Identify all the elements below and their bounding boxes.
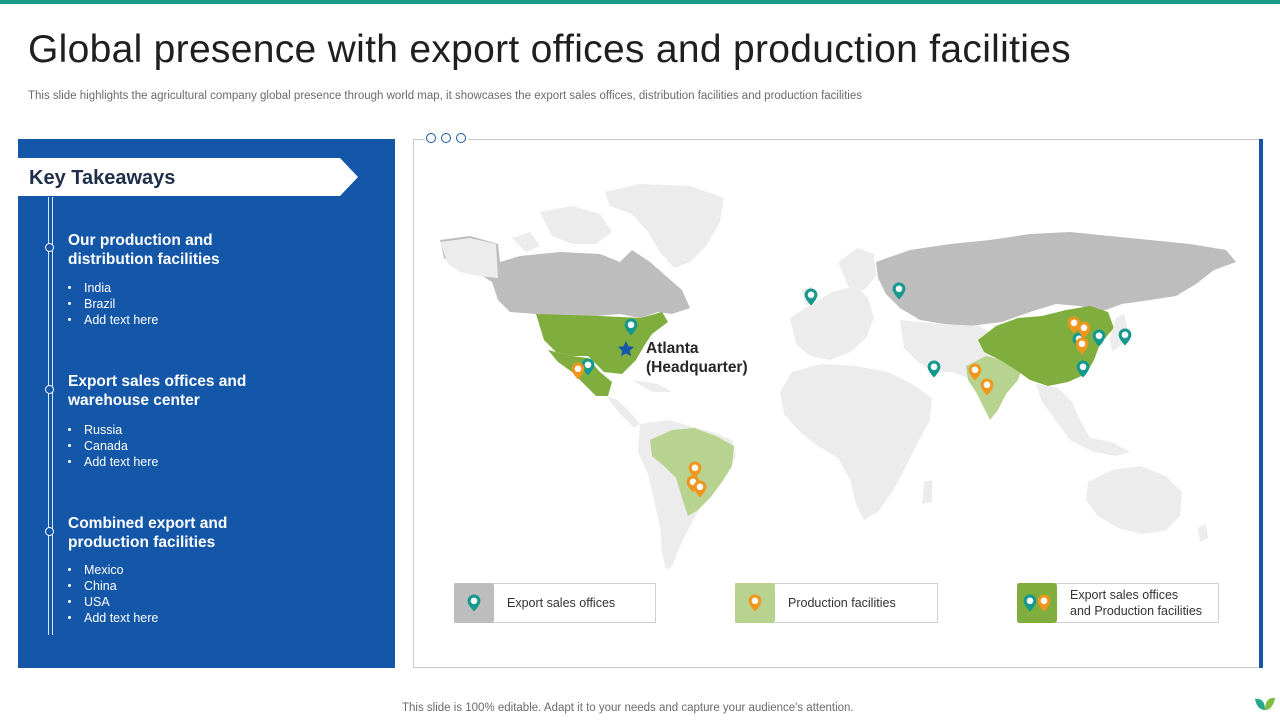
section-list-production: India Brazil Add text here — [68, 280, 158, 328]
map-pin-icon — [467, 594, 481, 612]
list-item: Add text here — [68, 610, 158, 626]
key-takeaways-heading: Key Takeaways — [29, 167, 176, 189]
list-item: Add text here — [68, 454, 158, 470]
legend-label: Export sales offices — [507, 596, 616, 610]
headquarter-label: Atlanta (Headquarter) — [646, 340, 748, 376]
leaf-logo-icon — [1255, 697, 1275, 710]
list-item: Russia — [68, 422, 158, 438]
list-item: Mexico — [68, 562, 158, 578]
timeline-line — [48, 197, 49, 635]
russia-region — [876, 232, 1236, 326]
timeline-node — [45, 243, 54, 252]
legend-label: Export sales offices and Production faci… — [1070, 588, 1203, 618]
list-item: Add text here — [68, 312, 158, 328]
legend-swatch — [735, 583, 775, 623]
section-title-export: Export sales offices and warehouse cente… — [68, 373, 247, 409]
map-pin-icon — [748, 594, 762, 612]
central-america — [606, 396, 640, 428]
legend-production-facilities: Production facilities — [735, 583, 938, 623]
legend-label: Production facilities — [788, 596, 896, 610]
australia-region — [1086, 466, 1182, 534]
map-pin-icon — [1037, 594, 1051, 612]
export-office-pin-icon[interactable] — [927, 360, 941, 378]
section-title-production: Our production and distribution faciliti… — [68, 232, 220, 268]
section-list-combined: Mexico China USA Add text here — [68, 562, 158, 626]
section-title-combined: Combined export and production facilitie… — [68, 515, 228, 551]
top-accent-bar — [0, 0, 1280, 4]
slide-subtitle: This slide highlights the agricultural c… — [28, 90, 862, 102]
list-item: China — [68, 578, 158, 594]
timeline-line — [52, 197, 53, 635]
legend-swatch — [1017, 583, 1057, 623]
scandinavia — [838, 248, 876, 290]
list-item: Brazil — [68, 296, 158, 312]
list-item: India — [68, 280, 158, 296]
map-pin-icon — [1023, 594, 1037, 612]
section-list-export: Russia Canada Add text here — [68, 422, 158, 470]
list-item: Canada — [68, 438, 158, 454]
southeast-asia-region — [1036, 384, 1130, 456]
arctic-islands — [512, 232, 540, 252]
footer-note: This slide is 100% editable. Adapt it to… — [402, 702, 854, 714]
timeline-node — [45, 527, 54, 536]
madagascar — [922, 480, 932, 504]
legend-export-offices: Export sales offices — [454, 583, 656, 623]
arctic-islands — [540, 206, 612, 244]
legend-combined: Export sales offices and Production faci… — [1017, 583, 1219, 623]
africa-region — [780, 364, 932, 520]
legend-swatch — [454, 583, 494, 623]
key-takeaways-banner: Key Takeaways — [18, 158, 358, 196]
new-zealand — [1198, 524, 1208, 542]
greenland-region — [605, 184, 724, 268]
caribbean — [632, 380, 672, 392]
list-item: USA — [68, 594, 158, 610]
timeline-node — [45, 385, 54, 394]
slide-title: Global presence with export offices and … — [28, 28, 1071, 71]
alaska-region — [440, 238, 498, 278]
europe-region — [790, 286, 874, 360]
